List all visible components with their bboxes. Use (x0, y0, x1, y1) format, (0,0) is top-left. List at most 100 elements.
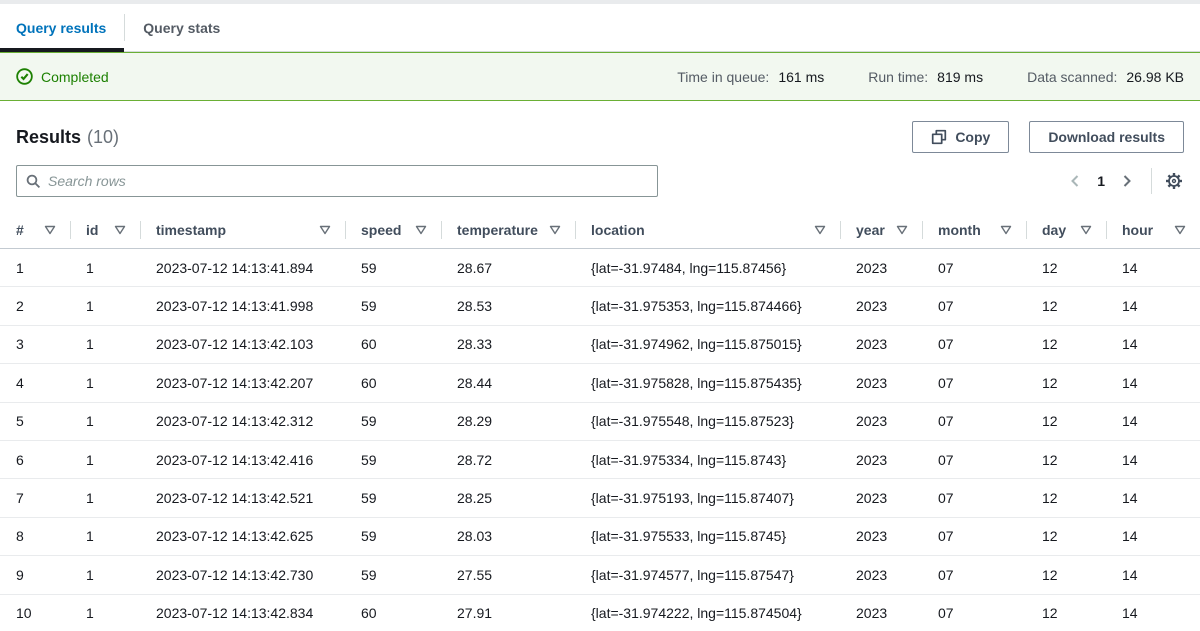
column-header-label: id (86, 222, 98, 238)
filter-icon[interactable] (1080, 225, 1092, 235)
cell: 07 (922, 298, 1026, 314)
cell: 60 (345, 605, 441, 621)
cell: {lat=-31.974222, lng=115.874504} (575, 605, 840, 621)
cell: 2023 (840, 298, 922, 314)
cell: 60 (345, 375, 441, 391)
cell: 5 (0, 413, 70, 429)
column-header-timestamp[interactable]: timestamp (140, 212, 345, 248)
check-circle-icon (16, 68, 33, 85)
filter-icon[interactable] (114, 225, 126, 235)
column-header-speed[interactable]: speed (345, 212, 441, 248)
cell: 2023-07-12 14:13:42.625 (140, 528, 345, 544)
table-row: 712023-07-12 14:13:42.5215928.25{lat=-31… (0, 479, 1200, 517)
cell: 2023 (840, 336, 922, 352)
search-box[interactable] (16, 165, 658, 197)
cell: 4 (0, 375, 70, 391)
metric-data-scanned: Data scanned: 26.98 KB (1027, 69, 1184, 85)
results-title-text: Results (16, 127, 81, 147)
search-input[interactable] (48, 173, 648, 189)
query-metrics: Time in queue: 161 ms Run time: 819 ms D… (677, 69, 1184, 85)
metric-run-time: Run time: 819 ms (868, 69, 983, 85)
query-status-banner: Completed Time in queue: 161 ms Run time… (0, 52, 1200, 101)
gear-icon[interactable] (1164, 171, 1184, 191)
cell: 12 (1026, 567, 1106, 583)
copy-button[interactable]: Copy (912, 121, 1009, 153)
cell: {lat=-31.974577, lng=115.87547} (575, 567, 840, 583)
cell: 59 (345, 260, 441, 276)
page-number[interactable]: 1 (1087, 173, 1115, 189)
cell: 59 (345, 298, 441, 314)
cell: 2023 (840, 490, 922, 506)
cell: 2023-07-12 14:13:42.416 (140, 452, 345, 468)
cell: 28.44 (441, 375, 575, 391)
cell: 14 (1106, 567, 1200, 583)
filter-icon[interactable] (415, 225, 427, 235)
status-text: Completed (41, 69, 109, 85)
next-page-button[interactable] (1115, 170, 1139, 192)
cell: 28.67 (441, 260, 575, 276)
filter-icon[interactable] (1174, 225, 1186, 235)
cell: 2023-07-12 14:13:41.894 (140, 260, 345, 276)
column-header-temperature[interactable]: temperature (441, 212, 575, 248)
cell: 12 (1026, 605, 1106, 621)
tab-query-results[interactable]: Query results (0, 4, 124, 51)
column-header-month[interactable]: month (922, 212, 1026, 248)
copy-icon (931, 129, 947, 145)
filter-icon[interactable] (814, 225, 826, 235)
cell: 07 (922, 336, 1026, 352)
results-count: (10) (87, 127, 119, 147)
column-header-id[interactable]: id (70, 212, 140, 248)
column-header-label: hour (1122, 222, 1153, 238)
column-header-hour[interactable]: hour (1106, 212, 1200, 248)
cell: 12 (1026, 528, 1106, 544)
cell: 2023-07-12 14:13:41.998 (140, 298, 345, 314)
column-header-num[interactable]: # (0, 212, 70, 248)
cell: 2023 (840, 452, 922, 468)
cell: 2023-07-12 14:13:42.103 (140, 336, 345, 352)
tab-query-stats[interactable]: Query stats (125, 4, 238, 51)
filter-icon[interactable] (44, 225, 56, 235)
table-row: 612023-07-12 14:13:42.4165928.72{lat=-31… (0, 441, 1200, 479)
cell: {lat=-31.975353, lng=115.874466} (575, 298, 840, 314)
table-row: 412023-07-12 14:13:42.2076028.44{lat=-31… (0, 364, 1200, 402)
cell: 07 (922, 413, 1026, 429)
filter-icon[interactable] (549, 225, 561, 235)
cell: 1 (0, 260, 70, 276)
cell: 07 (922, 605, 1026, 621)
filter-icon[interactable] (1000, 225, 1012, 235)
filter-icon[interactable] (319, 225, 331, 235)
tabs-bar: Query results Query stats (0, 4, 1200, 52)
cell: 28.03 (441, 528, 575, 544)
previous-page-button[interactable] (1063, 170, 1087, 192)
column-header-label: year (856, 222, 885, 238)
table-row: 212023-07-12 14:13:41.9985928.53{lat=-31… (0, 287, 1200, 325)
results-actions: Copy Download results (912, 121, 1184, 153)
table-row: 812023-07-12 14:13:42.6255928.03{lat=-31… (0, 518, 1200, 556)
cell: 27.91 (441, 605, 575, 621)
cell: 1 (70, 260, 140, 276)
cell: {lat=-31.975548, lng=115.87523} (575, 413, 840, 429)
filter-icon[interactable] (896, 225, 908, 235)
cell: 1 (70, 567, 140, 583)
table-header-row: # id timestampspeedtemperaturelocation year… (0, 212, 1200, 249)
cell: {lat=-31.974962, lng=115.875015} (575, 336, 840, 352)
cell: 60 (345, 336, 441, 352)
column-header-location[interactable]: location (575, 212, 840, 248)
column-header-year[interactable]: year (840, 212, 922, 248)
cell: 1 (70, 336, 140, 352)
cell: 12 (1026, 375, 1106, 391)
cell: 59 (345, 528, 441, 544)
cell: 2023 (840, 605, 922, 621)
cell: {lat=-31.975828, lng=115.875435} (575, 375, 840, 391)
results-header: Results (10) Copy Download results (16, 121, 1184, 153)
cell: 14 (1106, 528, 1200, 544)
download-results-button[interactable]: Download results (1029, 121, 1184, 153)
cell: 14 (1106, 413, 1200, 429)
metric-label: Run time: (868, 69, 928, 85)
column-header-day[interactable]: day (1026, 212, 1106, 248)
cell: 2023-07-12 14:13:42.312 (140, 413, 345, 429)
cell: 28.25 (441, 490, 575, 506)
cell: 2023-07-12 14:13:42.207 (140, 375, 345, 391)
cell: {lat=-31.975193, lng=115.87407} (575, 490, 840, 506)
cell: 2023 (840, 413, 922, 429)
